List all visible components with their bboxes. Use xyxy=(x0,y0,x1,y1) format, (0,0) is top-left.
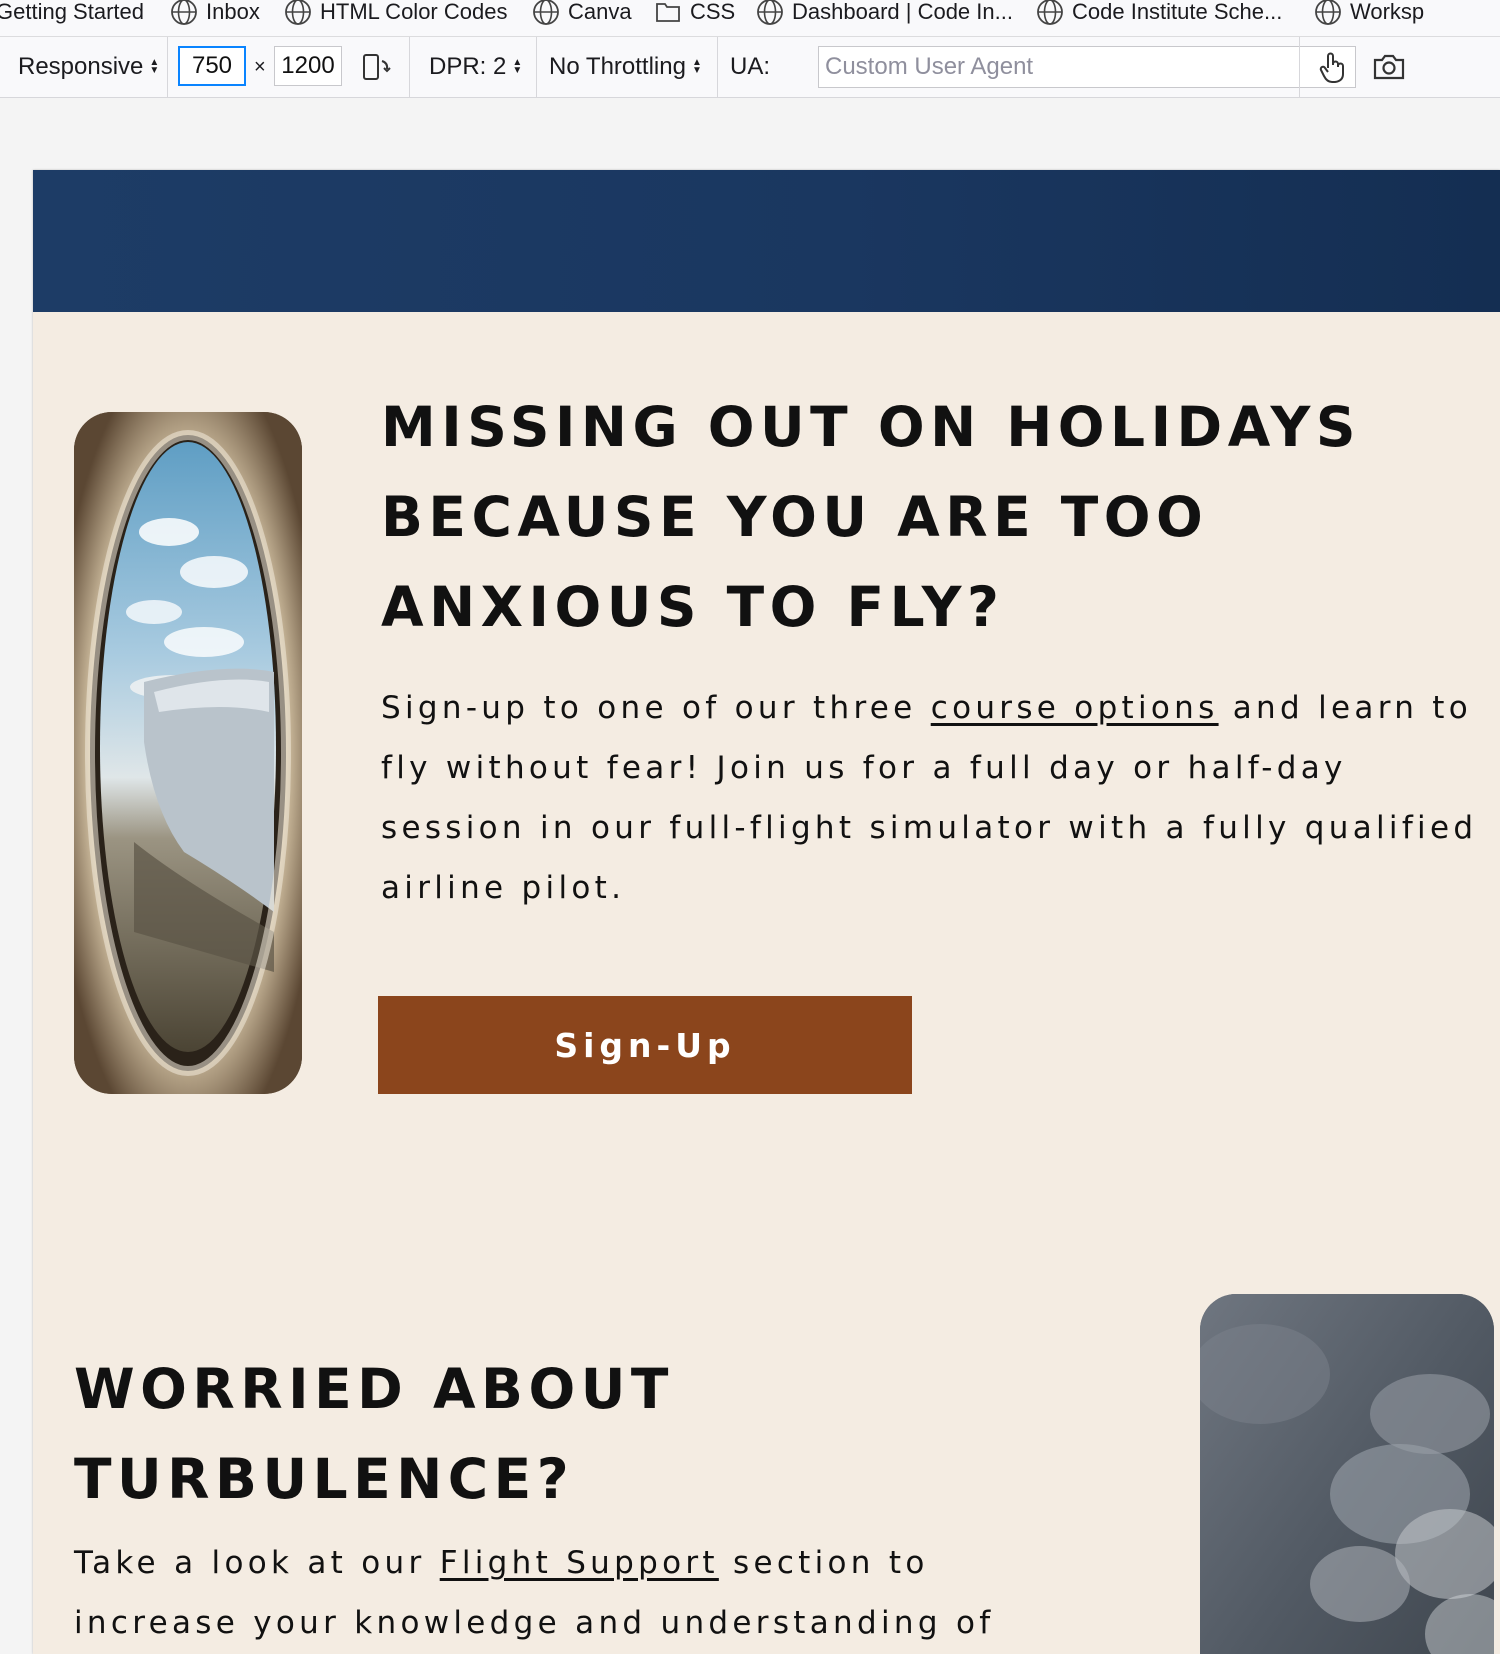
ua-label: UA: xyxy=(730,53,771,80)
separator xyxy=(167,37,168,97)
throttling-selector[interactable]: No Throttling ▲ ▼ xyxy=(549,37,702,97)
bookmark-label: Worksp xyxy=(1350,0,1425,24)
touch-hand-icon xyxy=(1319,52,1344,83)
storm-clouds-image xyxy=(1200,1294,1494,1654)
bookmark-label: HTML Color Codes xyxy=(320,0,508,24)
dpr-selector[interactable]: DPR: 2 ▲ ▼ xyxy=(429,37,522,97)
bookmark-inbox[interactable]: Inbox xyxy=(170,0,260,25)
select-arrows-icon: ▲ ▼ xyxy=(149,57,160,76)
course-options-link[interactable]: course options xyxy=(931,690,1219,726)
globe-icon xyxy=(533,0,559,25)
intro-paragraph: Sign-up to one of our three course optio… xyxy=(381,678,1481,918)
flight-support-link[interactable]: Flight Support xyxy=(440,1545,719,1581)
bookmark-html-color-codes[interactable]: HTML Color Codes xyxy=(284,0,508,25)
globe-icon xyxy=(1315,0,1341,25)
separator xyxy=(1299,37,1300,97)
touch-simulation-button[interactable] xyxy=(1316,37,1348,97)
select-arrows-icon: ▲ ▼ xyxy=(512,57,523,76)
turbulence-text-start: Take a look at our xyxy=(74,1545,440,1581)
bookmarks-toolbar: Getting Started Inbox HTML Color Codes C… xyxy=(0,0,1500,37)
bookmark-code-institute-schedule[interactable]: Code Institute Sche... xyxy=(1036,0,1283,25)
separator xyxy=(409,37,410,97)
bookmark-workspace[interactable]: Worksp xyxy=(1314,0,1425,25)
dpr-label: DPR: 2 xyxy=(429,53,507,80)
bookmark-label: Canva xyxy=(568,0,632,24)
airplane-window-image xyxy=(74,412,302,1094)
sign-up-button[interactable]: Sign-Up xyxy=(378,996,912,1094)
bookmark-dashboard[interactable]: Dashboard | Code In... xyxy=(756,0,1013,25)
folder-icon xyxy=(656,3,680,22)
separator xyxy=(536,37,537,97)
main-heading: MISSING OUT ON HOLIDAYS BECAUSE YOU ARE … xyxy=(381,395,1361,639)
camera-icon xyxy=(1373,54,1405,80)
intro-text-start: Sign-up to one of our three xyxy=(381,690,931,726)
turbulence-paragraph: Take a look at our Flight Support sectio… xyxy=(74,1533,1074,1653)
globe-icon xyxy=(285,0,311,25)
page-viewport: MISSING OUT ON HOLIDAYS BECAUSE YOU ARE … xyxy=(33,170,1500,1654)
screenshot-button[interactable] xyxy=(1372,37,1406,97)
bookmark-label: Dashboard | Code In... xyxy=(792,0,1013,24)
rotate-viewport-button[interactable] xyxy=(360,37,392,97)
globe-icon xyxy=(171,0,197,25)
bookmark-label: Code Institute Sche... xyxy=(1072,0,1283,24)
bookmark-getting-started[interactable]: Getting Started xyxy=(0,0,144,24)
globe-icon xyxy=(757,0,783,25)
device-selector-label: Responsive xyxy=(18,53,144,80)
height-input[interactable]: 1200 xyxy=(274,46,342,86)
bookmark-label: CSS xyxy=(690,0,736,24)
turbulence-heading: WORRIED ABOUT TURBULENCE? xyxy=(74,1357,674,1511)
bookmark-folder-css[interactable]: CSS xyxy=(654,0,735,24)
globe-icon xyxy=(1037,0,1063,25)
select-arrows-icon: ▲ ▼ xyxy=(691,57,702,76)
separator xyxy=(717,37,718,97)
bookmark-label: Getting Started xyxy=(0,0,144,24)
hero-banner-image xyxy=(33,170,1500,312)
dimension-times: × xyxy=(254,55,266,78)
responsive-toolbar: Responsive ▲ ▼ 750 × 1200 DPR: 2 ▲ ▼ No Th… xyxy=(0,37,1500,98)
user-agent-input[interactable]: Custom User Agent xyxy=(818,46,1356,88)
throttling-label: No Throttling xyxy=(549,53,686,80)
width-input[interactable]: 750 xyxy=(178,46,246,86)
rotate-device-icon xyxy=(363,54,391,80)
device-selector[interactable]: Responsive ▲ ▼ xyxy=(18,37,159,97)
bookmark-label: Inbox xyxy=(206,0,260,24)
bookmark-canva[interactable]: Canva xyxy=(532,0,632,25)
